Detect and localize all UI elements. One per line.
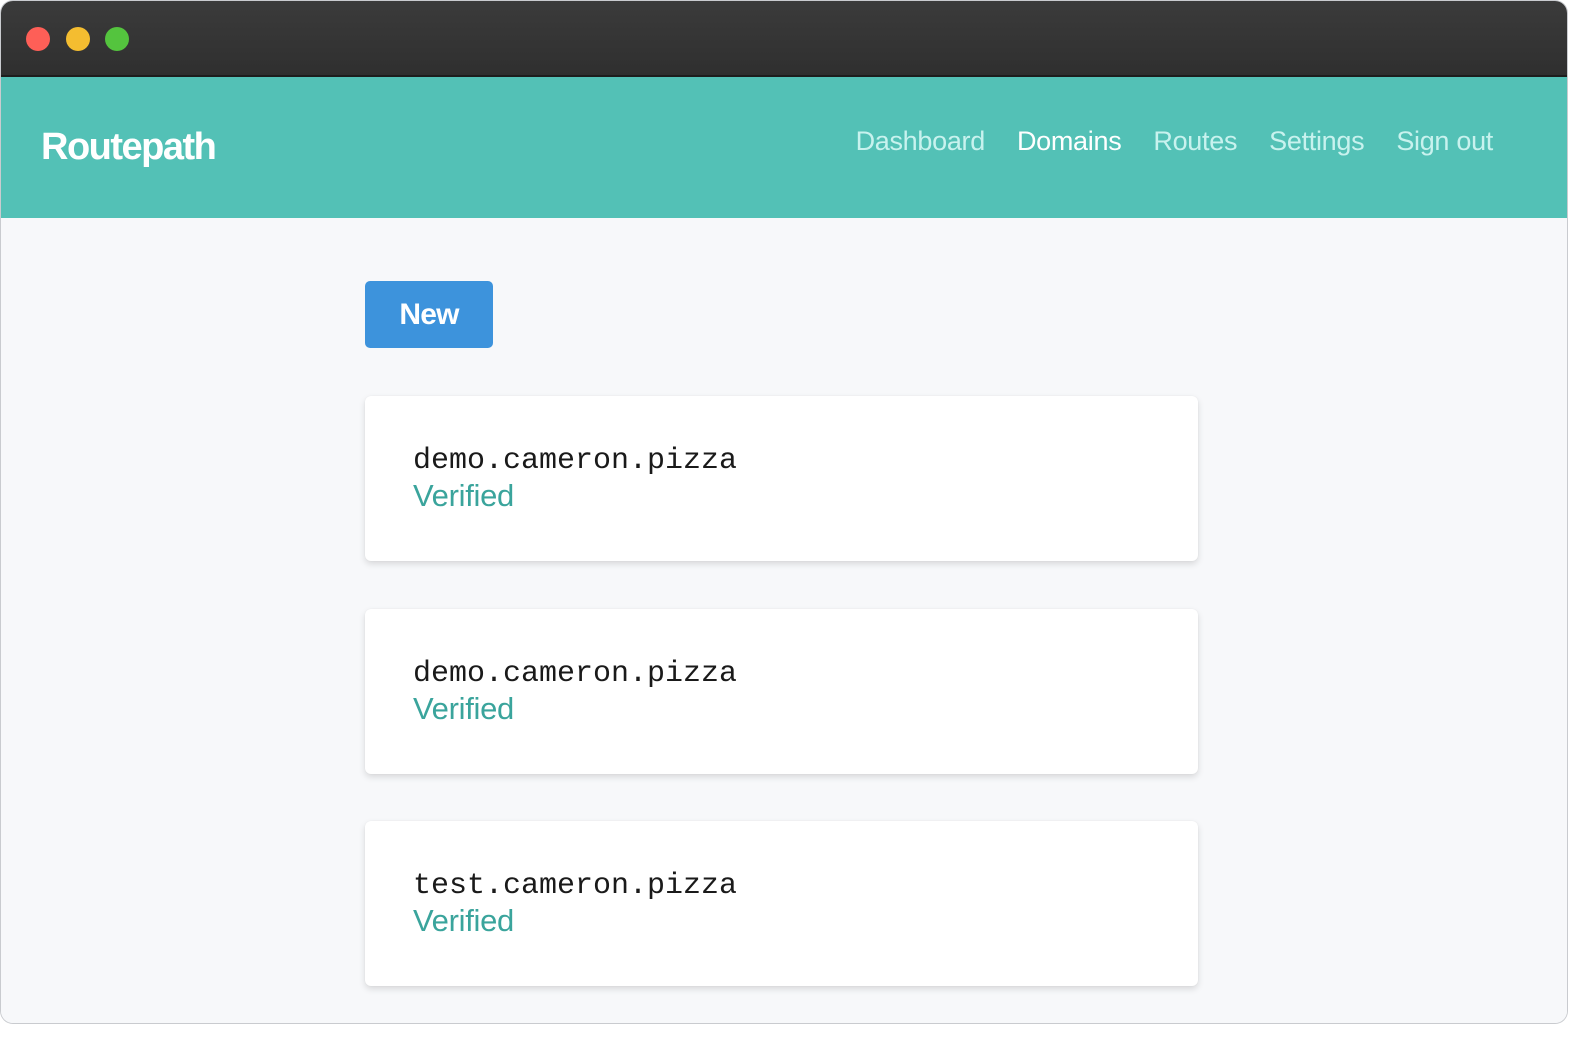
domain-status: Verified [413, 691, 514, 726]
nav-link-domains[interactable]: Domains [1017, 124, 1122, 158]
domain-name: demo.cameron.pizza [413, 657, 738, 691]
main-content: New demo.cameron.pizza Verified demo.cam… [1, 218, 1567, 1023]
domain-name: test.cameron.pizza [413, 869, 738, 903]
nav-links: Dashboard Domains Routes Settings Sign o… [856, 124, 1494, 158]
minimize-window-button[interactable] [66, 27, 90, 51]
domain-card[interactable]: demo.cameron.pizza Verified [365, 396, 1198, 561]
nav-link-dashboard[interactable]: Dashboard [856, 124, 986, 158]
nav-link-sign-out[interactable]: Sign out [1396, 124, 1493, 158]
new-domain-button[interactable]: New [365, 281, 493, 348]
domain-card[interactable]: test.cameron.pizza Verified [365, 821, 1198, 986]
domain-status: Verified [413, 903, 514, 938]
browser-window: Routepath Dashboard Domains Routes Setti… [1, 1, 1567, 1023]
domain-status: Verified [413, 478, 514, 513]
nav-link-settings[interactable]: Settings [1269, 124, 1364, 158]
window-titlebar [1, 1, 1567, 77]
top-navbar: Routepath Dashboard Domains Routes Setti… [1, 77, 1567, 218]
zoom-window-button[interactable] [105, 27, 129, 51]
domain-name: demo.cameron.pizza [413, 444, 738, 478]
brand-logo[interactable]: Routepath [41, 125, 217, 169]
domain-card[interactable]: demo.cameron.pizza Verified [365, 609, 1198, 774]
close-window-button[interactable] [26, 27, 50, 51]
nav-link-routes[interactable]: Routes [1153, 124, 1237, 158]
